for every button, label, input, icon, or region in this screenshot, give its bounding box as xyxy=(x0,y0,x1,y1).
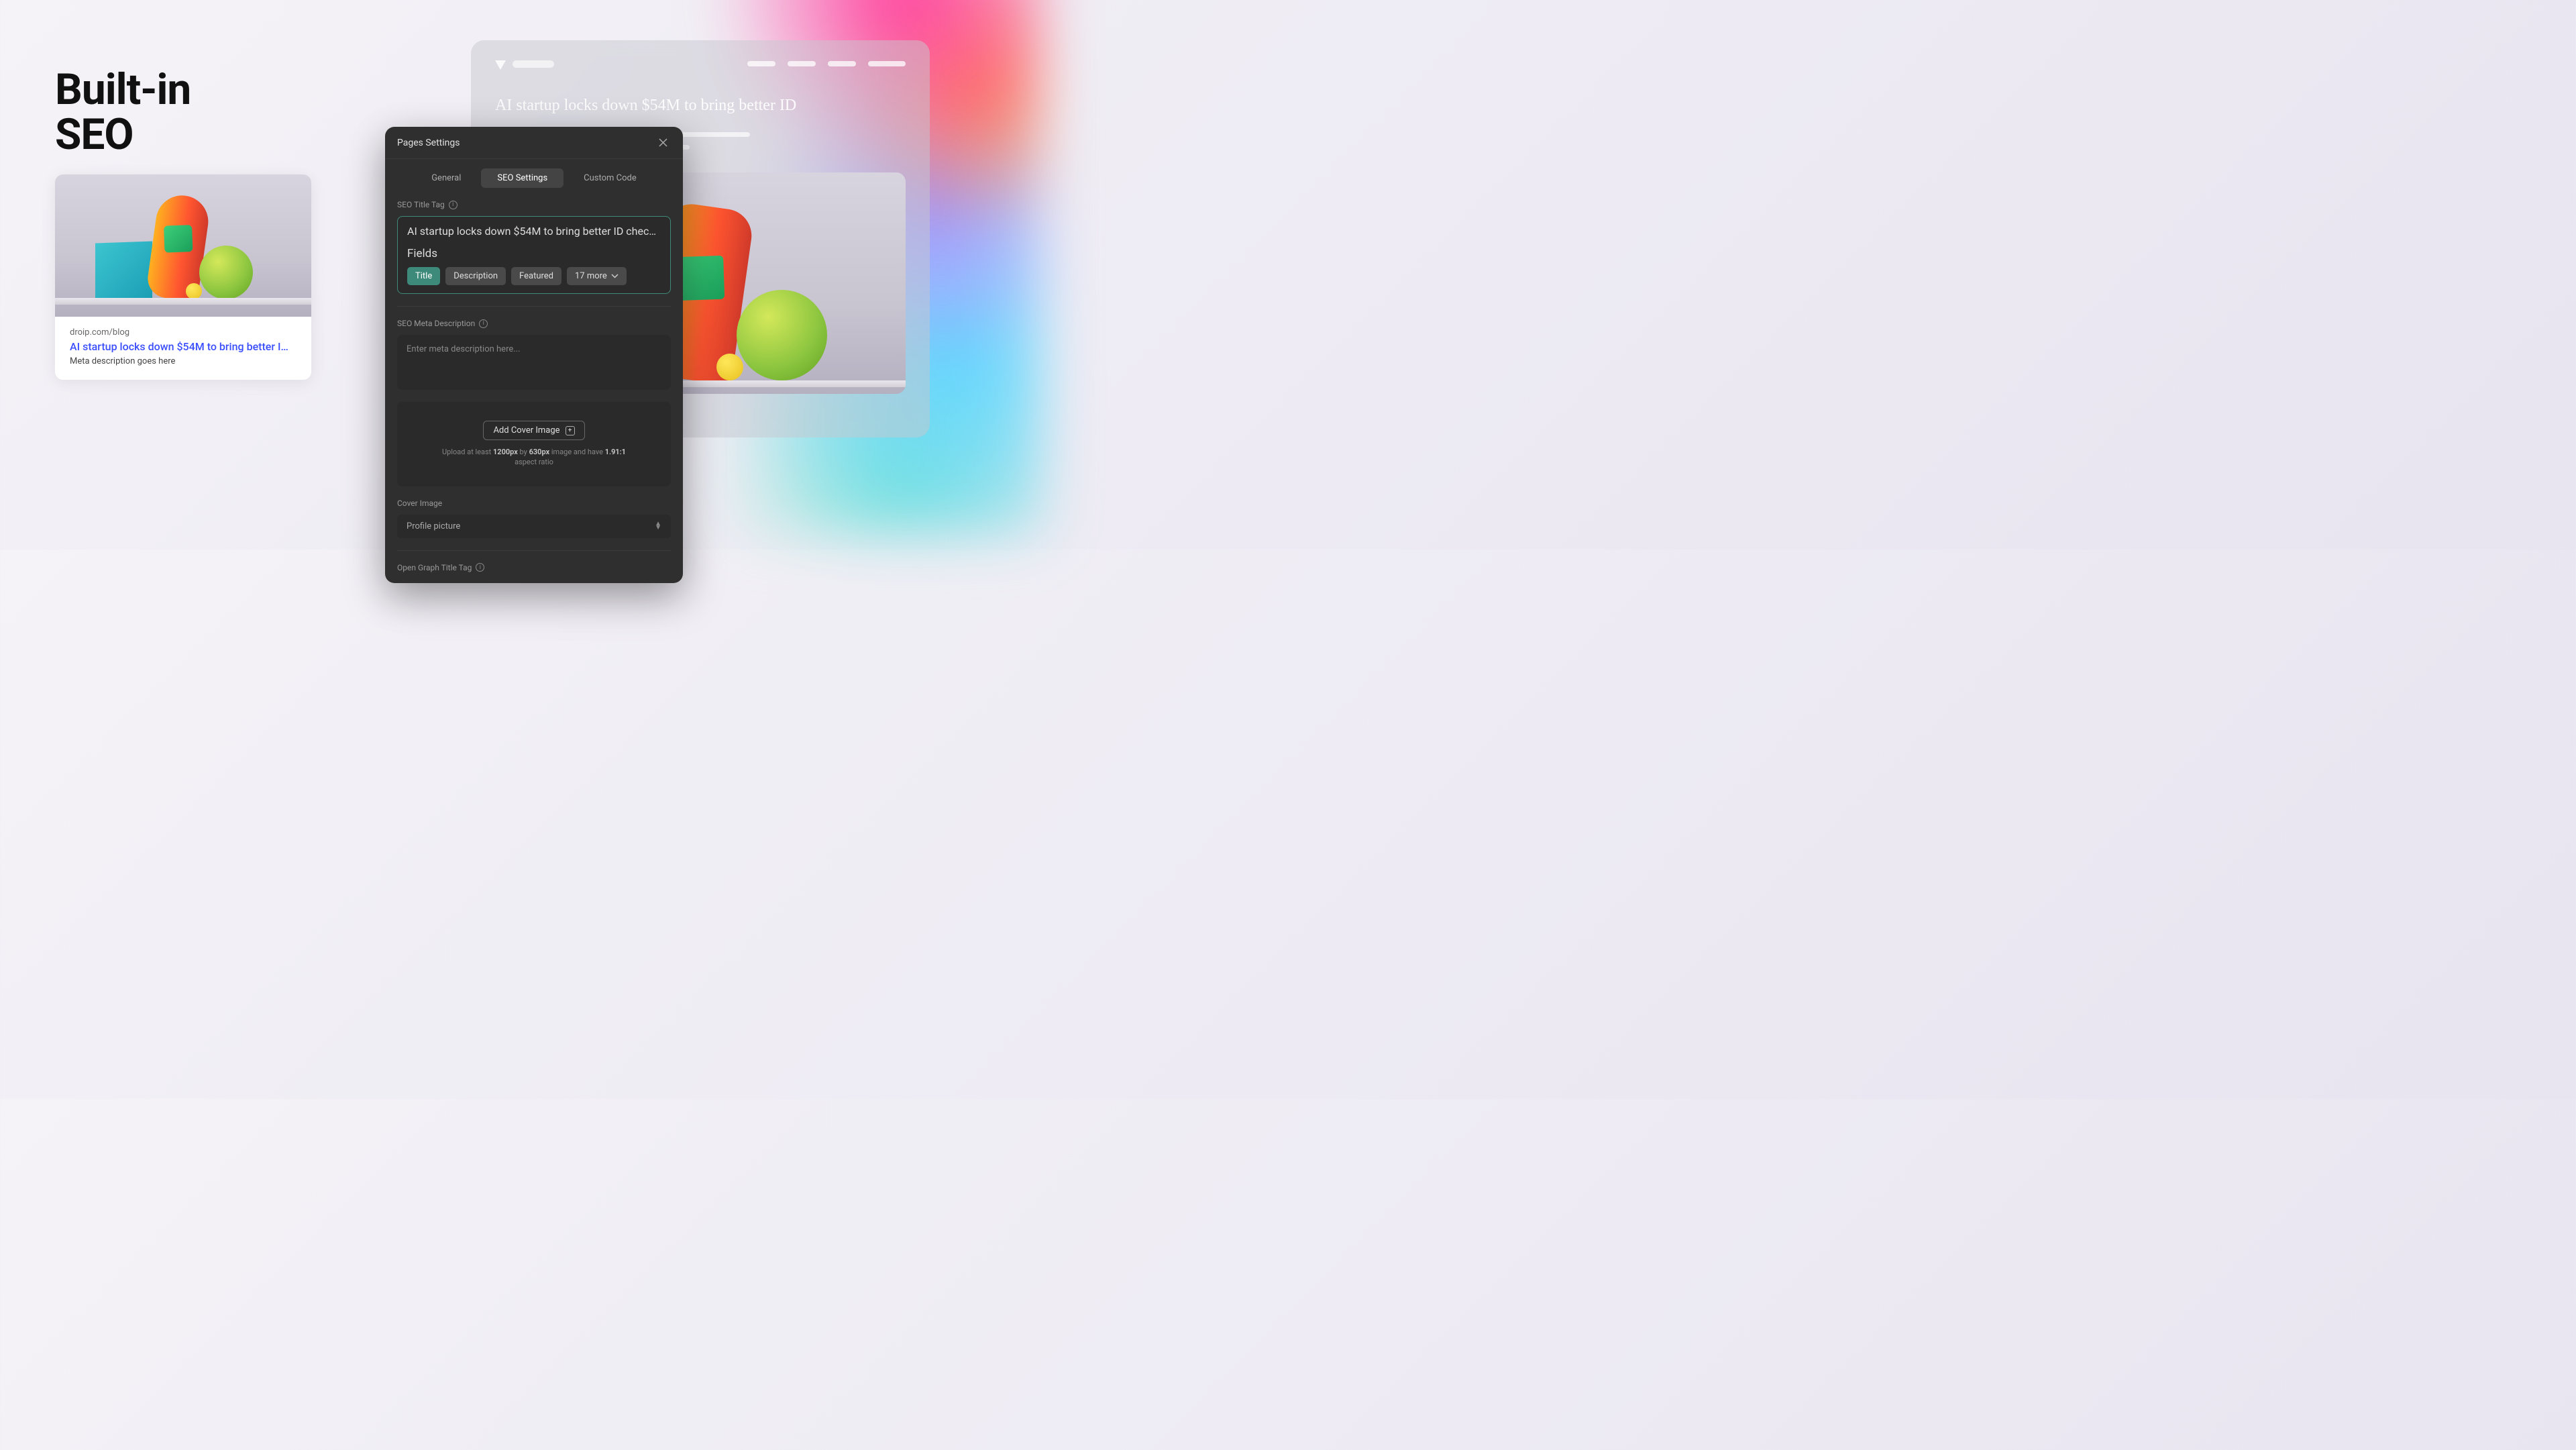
tab-seo-settings[interactable]: SEO Settings xyxy=(481,168,564,188)
nav-item xyxy=(828,61,856,66)
close-button[interactable] xyxy=(655,136,671,149)
og-title-label: Open Graph Title Tag i xyxy=(397,563,671,572)
hero-title: Built-in SEO xyxy=(55,67,191,157)
preview-image xyxy=(55,174,311,317)
page-headline: AI startup locks down $54M to bring bett… xyxy=(495,95,906,116)
seo-preview-card: droip.com/blog AI startup locks down $54… xyxy=(55,174,311,380)
divider xyxy=(397,306,671,307)
nav-item xyxy=(868,61,906,66)
field-chip-title[interactable]: Title xyxy=(407,267,440,285)
info-icon[interactable]: i xyxy=(479,319,488,328)
seo-title-input-container: AI startup locks down $54M to bring bett… xyxy=(397,216,671,294)
cover-image-label: Cover Image xyxy=(397,499,671,508)
site-logo-icon xyxy=(495,60,506,70)
cover-image-select[interactable]: Profile picture ▲▼ xyxy=(397,515,671,538)
tab-general[interactable]: General xyxy=(415,168,477,188)
plus-icon: + xyxy=(566,426,575,435)
meta-description-input[interactable]: Enter meta description here... xyxy=(397,335,671,390)
hero-title-line2: SEO xyxy=(55,109,133,160)
info-icon[interactable]: i xyxy=(476,563,484,572)
seo-title-input[interactable]: AI startup locks down $54M to bring bett… xyxy=(407,225,661,238)
cover-image-select-value: Profile picture xyxy=(407,521,460,531)
field-chip-more[interactable]: 17 more xyxy=(567,267,627,285)
divider xyxy=(397,550,671,551)
cover-image-hint: Upload at least 1200px by 630px image an… xyxy=(407,447,661,468)
pages-settings-panel: Pages Settings General SEO Settings Cust… xyxy=(385,127,683,583)
nav-placeholder xyxy=(513,60,554,68)
tab-custom-code[interactable]: Custom Code xyxy=(568,168,653,188)
cover-image-upload: Add Cover Image + Upload at least 1200px… xyxy=(397,402,671,486)
sort-icon: ▲▼ xyxy=(655,522,661,530)
seo-title-label: SEO Title Tag i xyxy=(397,200,671,209)
field-chip-featured[interactable]: Featured xyxy=(511,267,561,285)
nav-item xyxy=(747,61,775,66)
info-icon[interactable]: i xyxy=(449,201,458,209)
add-cover-image-button[interactable]: Add Cover Image + xyxy=(483,421,584,440)
fields-heading: Fields xyxy=(407,247,661,260)
chevron-down-icon xyxy=(611,274,619,278)
close-icon xyxy=(658,138,668,148)
field-chip-description[interactable]: Description xyxy=(445,267,506,285)
settings-tabs: General SEO Settings Custom Code xyxy=(385,159,683,200)
preview-title: AI startup locks down $54M to bring bett… xyxy=(70,340,297,353)
hero-title-line1: Built-in xyxy=(55,64,191,115)
preview-description: Meta description goes here xyxy=(70,356,297,366)
panel-title: Pages Settings xyxy=(397,138,460,148)
nav-item xyxy=(788,61,816,66)
preview-url: droip.com/blog xyxy=(70,327,297,338)
meta-description-label: SEO Meta Description i xyxy=(397,319,671,328)
